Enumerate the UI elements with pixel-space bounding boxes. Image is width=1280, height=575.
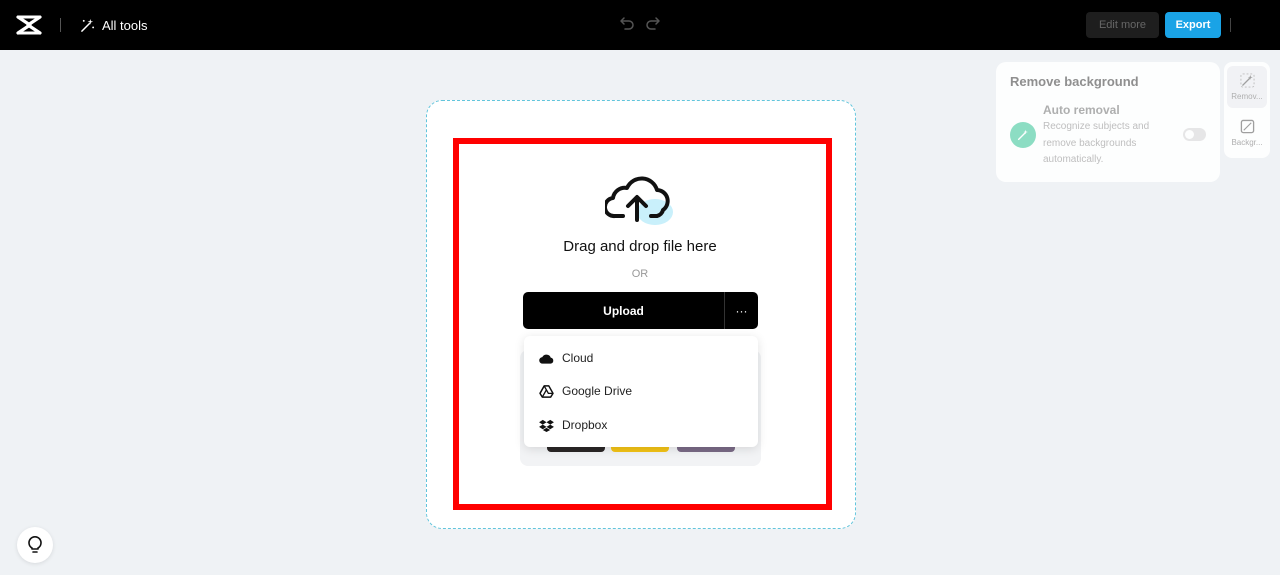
highlight-frame [453,138,832,510]
undo-icon[interactable] [619,15,635,31]
lightbulb-icon [28,536,42,553]
auto-removal-title: Auto removal [1043,103,1120,117]
tool-background[interactable]: Backgr... [1227,112,1267,154]
tool-remove-background[interactable]: Remov... [1227,66,1267,108]
auto-removal-description: Recognize subjects and remove background… [1043,121,1150,165]
remove-bg-icon [1239,73,1255,88]
tool-label: Backgr... [1231,138,1263,147]
side-toolbar: Remov... Backgr... [1224,62,1270,158]
magic-wand-icon [81,18,95,32]
remove-background-panel: Remove background Auto removal Recognize… [996,62,1220,182]
panel-title: Remove background [1010,74,1139,89]
topbar-divider-right [1230,18,1231,32]
tips-button[interactable] [17,527,53,563]
redo-icon[interactable] [645,15,661,31]
auto-removal-icon [1010,122,1036,148]
auto-removal-toggle[interactable] [1183,128,1206,141]
capcut-logo-icon[interactable] [16,13,42,37]
edit-more-button[interactable]: Edit more [1086,12,1159,38]
all-tools-label: All tools [102,17,148,33]
background-icon [1240,119,1254,134]
export-button[interactable]: Export [1165,12,1221,38]
topbar-divider [60,18,61,32]
tool-label: Remov... [1231,92,1263,101]
all-tools-button[interactable]: All tools [80,15,148,35]
top-bar: All tools Edit more Export [0,0,1280,50]
